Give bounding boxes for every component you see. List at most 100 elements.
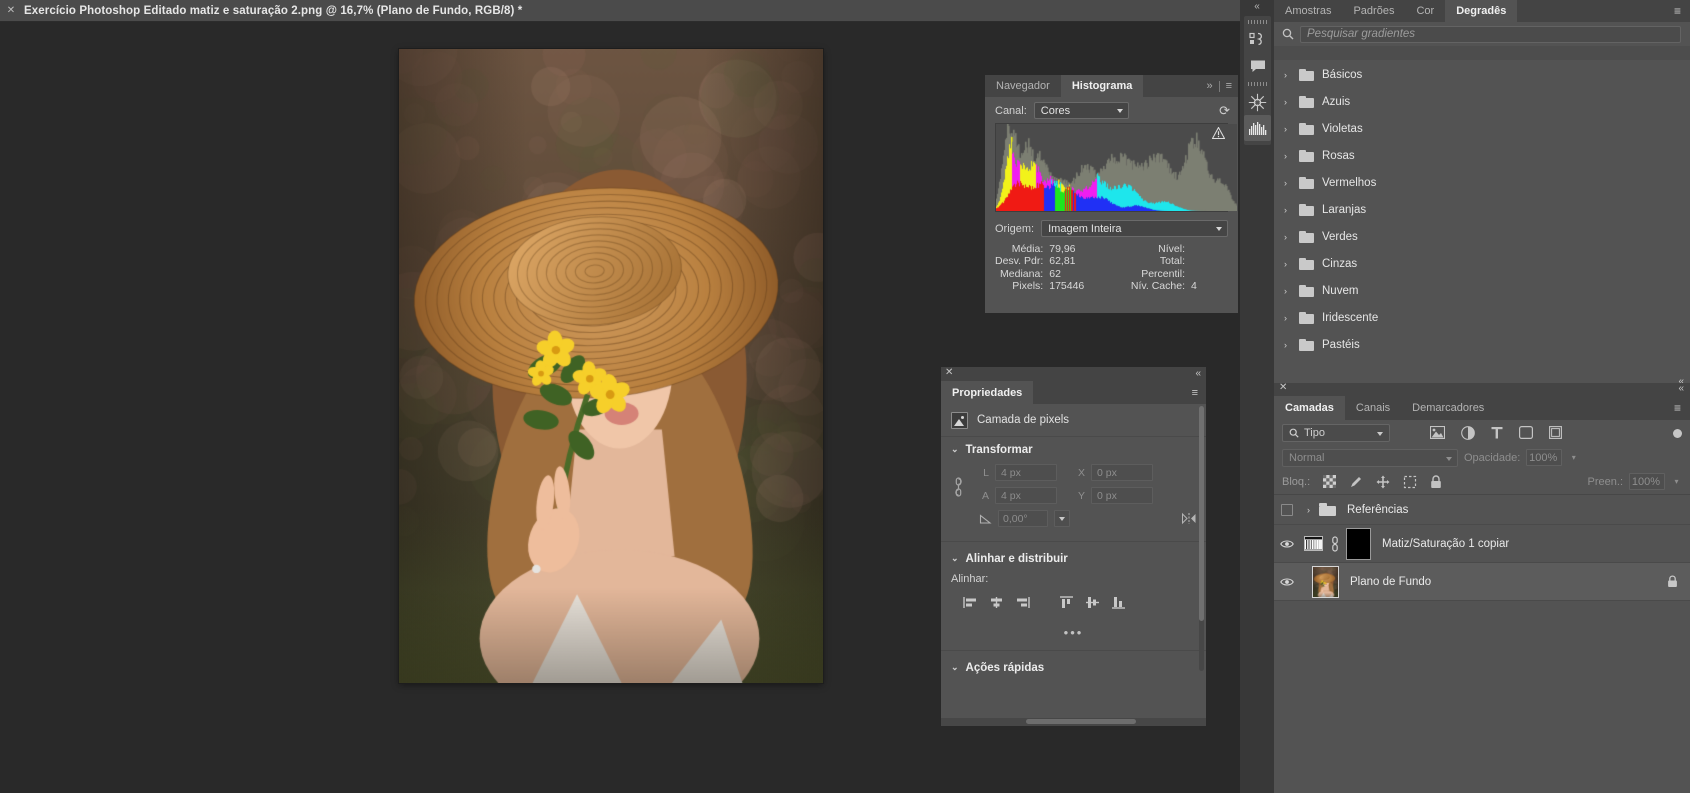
chevron-right-icon[interactable]: ›	[1284, 178, 1291, 188]
channel-select[interactable]: Cores	[1033, 102, 1129, 119]
gradient-group-item[interactable]: › Nuvem	[1274, 277, 1690, 304]
chevron-right-icon[interactable]: ›	[1284, 124, 1291, 134]
chevron-right-icon[interactable]: ›	[1284, 70, 1291, 80]
layer-row[interactable]: Plano de Fundo	[1274, 563, 1690, 601]
tab-propriedades[interactable]: Propriedades	[941, 381, 1034, 404]
align-center-vertical-icon[interactable]	[1079, 593, 1105, 611]
comments-icon[interactable]	[1244, 53, 1271, 79]
origin-select[interactable]: Imagem Inteira	[1041, 220, 1228, 237]
chevron-right-icon[interactable]: ›	[1284, 151, 1291, 161]
align-center-horizontal-icon[interactable]	[983, 593, 1009, 611]
layer-visibility-toggle[interactable]	[1274, 577, 1299, 587]
tab-degrades[interactable]: Degradês	[1445, 0, 1518, 22]
tab-navegador[interactable]: Navegador	[985, 75, 1061, 97]
close-document-button[interactable]: ✕	[0, 0, 22, 22]
layer-filter-select[interactable]: Tipo	[1282, 424, 1390, 442]
chevron-right-icon[interactable]: ›	[1284, 97, 1291, 107]
tab-demarcadores[interactable]: Demarcadores	[1401, 396, 1496, 420]
drag-grip[interactable]	[1248, 20, 1267, 24]
layers-menu-icon[interactable]: ≡	[1665, 396, 1690, 420]
layer-visibility-toggle[interactable]	[1274, 503, 1299, 516]
properties-menu-icon[interactable]: ≡	[1184, 381, 1206, 404]
gradient-group-item[interactable]: › Cinzas	[1274, 250, 1690, 277]
lock-all-icon[interactable]	[1430, 474, 1442, 489]
chevron-right-icon[interactable]: ›	[1284, 259, 1291, 269]
tab-camadas[interactable]: Camadas	[1274, 396, 1345, 420]
hue-saturation-adjustment-icon[interactable]	[1304, 536, 1323, 551]
histogram-icon[interactable]	[1244, 115, 1271, 141]
chevron-right-icon[interactable]: ›	[1284, 340, 1291, 350]
lock-artboard-icon[interactable]	[1403, 475, 1417, 489]
warning-triangle-icon[interactable]	[1212, 127, 1225, 139]
gradient-group-item[interactable]: › Iridescente	[1274, 304, 1690, 331]
drag-grip[interactable]	[1248, 82, 1267, 86]
height-field[interactable]: 4 px	[995, 487, 1057, 504]
gradient-group-item[interactable]: › Básicos	[1274, 61, 1690, 88]
gradient-group-item[interactable]: › Laranjas	[1274, 196, 1690, 223]
gradient-group-item[interactable]: › Verdes	[1274, 223, 1690, 250]
filter-toggle[interactable]	[1673, 428, 1682, 438]
chevron-right-icon[interactable]: ›	[1307, 505, 1310, 515]
collapse-layers-icon[interactable]: «	[1678, 383, 1684, 394]
opacity-field[interactable]: 100%	[1526, 449, 1563, 466]
pixel-filter-icon[interactable]	[1430, 426, 1445, 439]
close-layers-button[interactable]: ✕	[1279, 382, 1287, 393]
section-acoes-rapidas[interactable]: ⌄ Ações rápidas	[941, 655, 1206, 680]
width-field[interactable]: 4 px	[995, 464, 1057, 481]
layer-visibility-toggle[interactable]	[1274, 539, 1299, 549]
section-transformar[interactable]: ⌄ Transformar	[941, 437, 1206, 462]
gradient-group-item[interactable]: › Azuis	[1274, 88, 1690, 115]
gradients-menu-icon[interactable]: ≡	[1665, 0, 1690, 22]
collapse-dock-icon[interactable]: «	[1240, 0, 1274, 14]
tab-amostras[interactable]: Amostras	[1274, 0, 1343, 22]
flip-horizontal-icon[interactable]	[1182, 512, 1196, 525]
type-filter-icon[interactable]	[1491, 426, 1503, 439]
smart-object-filter-icon[interactable]	[1549, 426, 1562, 439]
layer-thumbnail[interactable]	[1312, 565, 1339, 598]
layer-row[interactable]: Matiz/Saturação 1 copiar	[1274, 525, 1690, 563]
libraries-icon[interactable]	[1244, 27, 1271, 53]
chevron-right-icon[interactable]: ›	[1284, 313, 1291, 323]
refresh-icon[interactable]: ⟳	[1219, 103, 1230, 119]
gradient-group-item[interactable]: › Pastéis	[1274, 331, 1690, 358]
shape-filter-icon[interactable]	[1519, 426, 1533, 439]
link-icon[interactable]	[953, 476, 964, 498]
tab-padroes[interactable]: Padrões	[1342, 0, 1406, 22]
collapse-properties-icon[interactable]: «	[1195, 368, 1201, 379]
layer-row[interactable]: › Referências	[1274, 495, 1690, 525]
blend-mode-select[interactable]: Normal	[1282, 448, 1458, 467]
lock-pixels-icon[interactable]	[1349, 475, 1363, 489]
adjustment-filter-icon[interactable]	[1461, 426, 1475, 440]
tab-histograma[interactable]: Histograma	[1060, 75, 1144, 97]
layer-mask-thumbnail[interactable]	[1346, 527, 1371, 560]
chevron-right-icon[interactable]: ›	[1284, 232, 1291, 242]
x-field[interactable]: 0 px	[1091, 464, 1153, 481]
chevron-right-icon[interactable]: ›	[1284, 205, 1291, 215]
chevron-right-icon[interactable]: ›	[1284, 286, 1291, 296]
tab-cor[interactable]: Cor	[1405, 0, 1446, 22]
histogram-menu-icon[interactable]: ≡	[1226, 80, 1232, 92]
document-canvas[interactable]	[399, 49, 823, 683]
link-icon[interactable]	[1330, 535, 1339, 552]
gradient-group-item[interactable]: › Violetas	[1274, 115, 1690, 142]
adjustments-icon[interactable]	[1244, 89, 1271, 115]
properties-vertical-scrollbar[interactable]	[1199, 406, 1204, 671]
section-alinhar-distribuir[interactable]: ⌄ Alinhar e distribuir	[941, 546, 1206, 571]
y-field[interactable]: 0 px	[1091, 487, 1153, 504]
search-input[interactable]: Pesquisar gradientes	[1300, 25, 1681, 43]
lock-position-icon[interactable]	[1376, 475, 1390, 489]
properties-horizontal-scrollbar[interactable]	[941, 718, 1206, 726]
align-bottom-icon[interactable]	[1105, 593, 1131, 611]
align-left-icon[interactable]	[957, 593, 983, 611]
more-align-options-button[interactable]: •••	[941, 623, 1206, 646]
expand-panels-icon[interactable]: »	[1206, 80, 1212, 92]
gradient-group-item[interactable]: › Rosas	[1274, 142, 1690, 169]
fill-dropdown-icon[interactable]: ▾	[1671, 477, 1682, 486]
tab-canais[interactable]: Canais	[1344, 396, 1402, 420]
align-right-icon[interactable]	[1009, 593, 1035, 611]
angle-field[interactable]: 0,00°	[998, 510, 1048, 527]
close-properties-button[interactable]: ✕	[945, 367, 953, 378]
fill-field[interactable]: 100%	[1629, 473, 1665, 490]
lock-transparency-icon[interactable]	[1323, 475, 1337, 488]
opacity-dropdown-icon[interactable]: ▾	[1568, 453, 1579, 462]
